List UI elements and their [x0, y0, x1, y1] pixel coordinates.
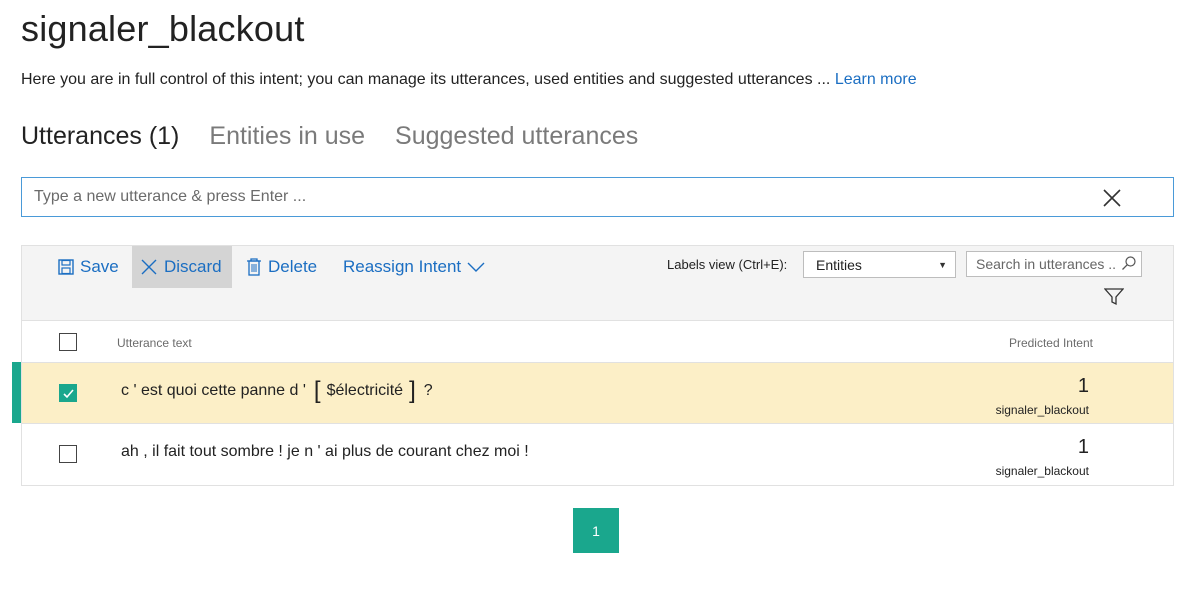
column-utterance-text: Utterance text — [117, 336, 192, 350]
utterance-text-before: c ' est quoi cette panne d ' — [121, 382, 306, 399]
column-predicted-intent: Predicted Intent — [1008, 336, 1093, 350]
trash-icon — [246, 258, 262, 276]
entity-label[interactable]: [ $électricité ] — [313, 377, 416, 404]
table-row[interactable]: c ' est quoi cette panne d ' [ $électric… — [22, 363, 1173, 424]
tab-utterances[interactable]: Utterances (1) — [21, 122, 179, 151]
row-checkbox[interactable] — [59, 445, 77, 463]
intent-score: 1 — [1077, 375, 1089, 397]
new-utterance-input[interactable] — [34, 178, 1094, 216]
page-title: signaler_blackout — [21, 8, 305, 49]
save-icon — [58, 259, 74, 275]
bracket-open-icon: [ — [313, 377, 321, 404]
checkmark-icon — [63, 389, 74, 399]
save-button[interactable]: Save — [58, 246, 119, 288]
predicted-intent-link[interactable]: signaler_blackout — [996, 464, 1089, 478]
select-all-checkbox[interactable] — [59, 333, 77, 351]
close-icon[interactable] — [1101, 187, 1123, 209]
save-label: Save — [80, 257, 119, 276]
row-checkbox[interactable] — [59, 384, 77, 402]
utterance-text-after: ? — [423, 382, 433, 399]
predicted-intent-link[interactable]: signaler_blackout — [996, 403, 1089, 417]
table-header: Utterance text Predicted Intent — [22, 321, 1173, 363]
page-button-1[interactable]: 1 — [573, 508, 619, 553]
discard-button[interactable]: Discard — [132, 246, 232, 288]
bracket-close-icon: ] — [409, 377, 416, 404]
utterance-toolbar: Save Discard Delete Reassign Intent Labe… — [21, 245, 1174, 320]
caret-down-icon: ▼ — [938, 260, 947, 270]
tab-suggested-utterances[interactable]: Suggested utterances — [395, 122, 638, 151]
utterance-text: c ' est quoi cette panne d ' [ $électric… — [121, 377, 433, 404]
search-box — [966, 251, 1142, 277]
chevron-down-icon — [467, 261, 485, 273]
search-icon[interactable] — [1121, 255, 1137, 276]
utterances-table: Utterance text Predicted Intent c ' est … — [21, 320, 1174, 486]
reassign-intent-button[interactable]: Reassign Intent — [343, 246, 485, 288]
selected-row-indicator — [12, 362, 21, 423]
tab-entities-in-use[interactable]: Entities in use — [209, 122, 365, 151]
filter-icon[interactable] — [1103, 288, 1125, 311]
close-icon — [140, 258, 158, 276]
utterance-text: ah , il fait tout sombre ! je n ' ai plu… — [121, 443, 529, 460]
labels-view-select[interactable]: Entities ▼ — [803, 251, 956, 278]
labels-view-label: Labels view (Ctrl+E): — [667, 257, 788, 272]
intent-score: 1 — [1077, 436, 1089, 458]
entity-name: $électricité — [326, 382, 404, 399]
labels-view-value: Entities — [816, 257, 862, 273]
delete-button[interactable]: Delete — [246, 246, 317, 288]
table-row[interactable]: ah , il fait tout sombre ! je n ' ai plu… — [22, 424, 1173, 485]
reassign-label: Reassign Intent — [343, 257, 462, 276]
intro-text: Here you are in full control of this int… — [21, 71, 917, 89]
discard-label: Discard — [164, 257, 222, 276]
intro-description: Here you are in full control of this int… — [21, 71, 835, 88]
new-utterance-box — [21, 177, 1174, 217]
intent-tabs: Utterances (1) Entities in use Suggested… — [21, 122, 638, 151]
delete-label: Delete — [268, 257, 318, 276]
learn-more-link[interactable]: Learn more — [835, 71, 917, 88]
search-utterances-input[interactable] — [976, 255, 1116, 273]
